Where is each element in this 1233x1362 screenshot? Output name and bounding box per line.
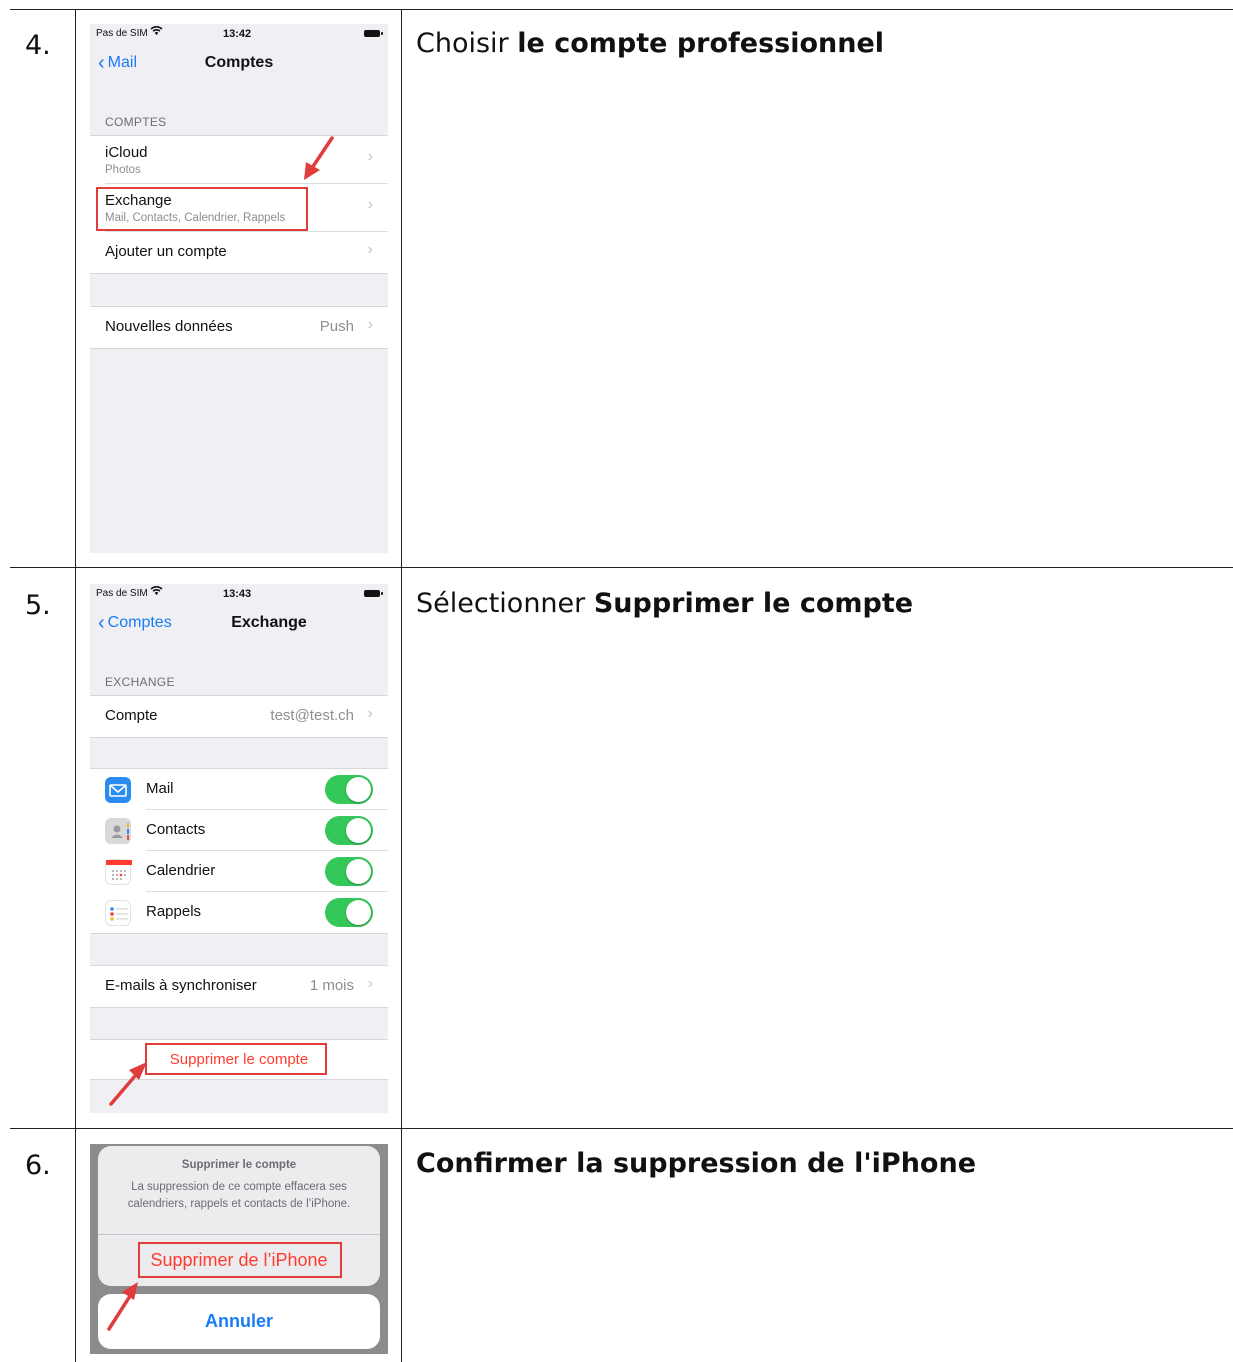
nav-title: Exchange <box>231 614 307 631</box>
step-number: 5. <box>25 590 51 621</box>
carrier-label: Pas de SIM <box>96 28 148 39</box>
arrow-annotation-icon <box>107 1282 138 1331</box>
clock-label: 13:42 <box>223 28 252 40</box>
table-row-divider-1 <box>10 567 1233 568</box>
service-label: Calendrier <box>146 862 216 879</box>
step-number: 4. <box>25 30 51 61</box>
sync-group: E-mails à synchroniser 1 mois › <box>90 965 388 1008</box>
add-account-label: Ajouter un compte <box>105 243 227 260</box>
account-label: iCloud <box>105 144 148 161</box>
step-instruction: Choisir le compte professionnel <box>416 28 884 59</box>
service-row-mail: Mail <box>105 769 388 810</box>
reminders-icon <box>105 900 131 926</box>
wifi-icon <box>150 25 163 39</box>
alert-title: Supprimer le compte <box>181 1159 297 1171</box>
navigation-bar: ‹ Comptes Exchange <box>90 608 388 638</box>
arrow-annotation-icon <box>109 1062 147 1106</box>
sync-label: E-mails à synchroniser <box>105 977 257 994</box>
mail-toggle[interactable] <box>325 775 373 804</box>
chevron-right-icon: › <box>367 148 373 165</box>
chevron-right-icon: › <box>367 705 373 722</box>
section-header: COMPTES <box>105 115 167 129</box>
table-top-border <box>10 9 1233 10</box>
instruction-text: Sélectionner <box>416 588 594 619</box>
nav-title: Comptes <box>204 54 274 71</box>
account-email: test@test.ch <box>270 707 354 724</box>
instruction-emphasis: Supprimer le compte <box>593 588 914 619</box>
contacts-toggle[interactable] <box>325 816 373 845</box>
wifi-icon <box>150 585 163 599</box>
instruction-text: Choisir <box>416 28 518 59</box>
calendar-toggle[interactable] <box>325 857 373 886</box>
battery-icon <box>364 590 383 597</box>
fetch-group: Nouvelles données Push › <box>90 306 388 349</box>
fetch-detail: Push <box>319 318 354 335</box>
highlight-box <box>96 187 308 231</box>
service-row-reminders: Rappels <box>105 892 388 933</box>
fetch-new-data-row[interactable]: Nouvelles données Push › <box>105 307 388 348</box>
service-label: Contacts <box>146 821 206 838</box>
carrier-label: Pas de SIM <box>96 588 148 599</box>
account-group: Compte test@test.ch › <box>90 695 388 738</box>
service-label: Mail <box>146 780 174 797</box>
status-bar: Pas de SIM 13:42 <box>90 24 388 44</box>
table-col-divider-2 <box>401 9 402 1362</box>
add-account-row[interactable]: Ajouter un compte › <box>105 232 388 273</box>
sync-row[interactable]: E-mails à synchroniser 1 mois › <box>105 966 388 1007</box>
highlight-box <box>138 1242 342 1278</box>
table-col-divider-1 <box>75 9 76 1362</box>
services-group: Mail Contacts Calendrier Rappels <box>90 768 388 934</box>
step-instruction: Sélectionner Supprimer le compte <box>416 588 913 619</box>
reminders-toggle[interactable] <box>325 898 373 927</box>
alert-message: La suppression de ce compte effacera ses… <box>127 1181 351 1210</box>
account-row-icloud[interactable]: iCloud Photos › <box>105 136 388 184</box>
alert-separator <box>98 1234 380 1235</box>
service-row-contacts: Contacts <box>105 810 388 851</box>
calendar-icon <box>105 859 132 885</box>
account-sublabel: Photos <box>105 164 141 176</box>
step-number: 6. <box>25 1150 51 1181</box>
clock-label: 13:43 <box>223 588 252 600</box>
service-label: Rappels <box>146 903 202 920</box>
phone-screenshot-alert: Supprimer le compte La suppression de ce… <box>90 1144 388 1354</box>
chevron-right-icon: › <box>367 975 373 992</box>
account-label: Compte <box>105 707 158 724</box>
instruction-emphasis: le compte professionnel <box>517 28 885 59</box>
step-instruction: Confirmer la suppression de l'iPhone <box>416 1148 976 1179</box>
chevron-left-icon: ‹ <box>98 612 105 634</box>
instruction-emphasis: Confirmer la suppression de l'iPhone <box>416 1148 976 1179</box>
mail-icon <box>105 777 131 803</box>
phone-screenshot-exchange: Pas de SIM 13:43 ‹ Comptes Exchange EXCHA… <box>90 584 388 1113</box>
table-row-divider-2 <box>10 1128 1233 1129</box>
service-row-calendar: Calendrier <box>105 851 388 892</box>
chevron-right-icon: › <box>367 196 373 213</box>
sync-detail: 1 mois <box>309 977 354 994</box>
status-bar: Pas de SIM 13:43 <box>90 584 388 604</box>
navigation-bar: ‹ Mail Comptes <box>90 48 388 78</box>
contacts-icon <box>105 818 131 844</box>
arrow-annotation-icon <box>304 136 334 180</box>
section-header: EXCHANGE <box>105 675 175 689</box>
chevron-right-icon: › <box>367 316 373 333</box>
phone-screenshot-accounts: Pas de SIM 13:42 ‹ Mail Comptes COMPTES i… <box>90 24 388 553</box>
fetch-label: Nouvelles données <box>105 318 233 335</box>
battery-icon <box>364 30 383 37</box>
account-row[interactable]: Compte test@test.ch › <box>105 696 388 737</box>
chevron-right-icon: › <box>367 241 373 258</box>
highlight-box <box>145 1043 327 1075</box>
